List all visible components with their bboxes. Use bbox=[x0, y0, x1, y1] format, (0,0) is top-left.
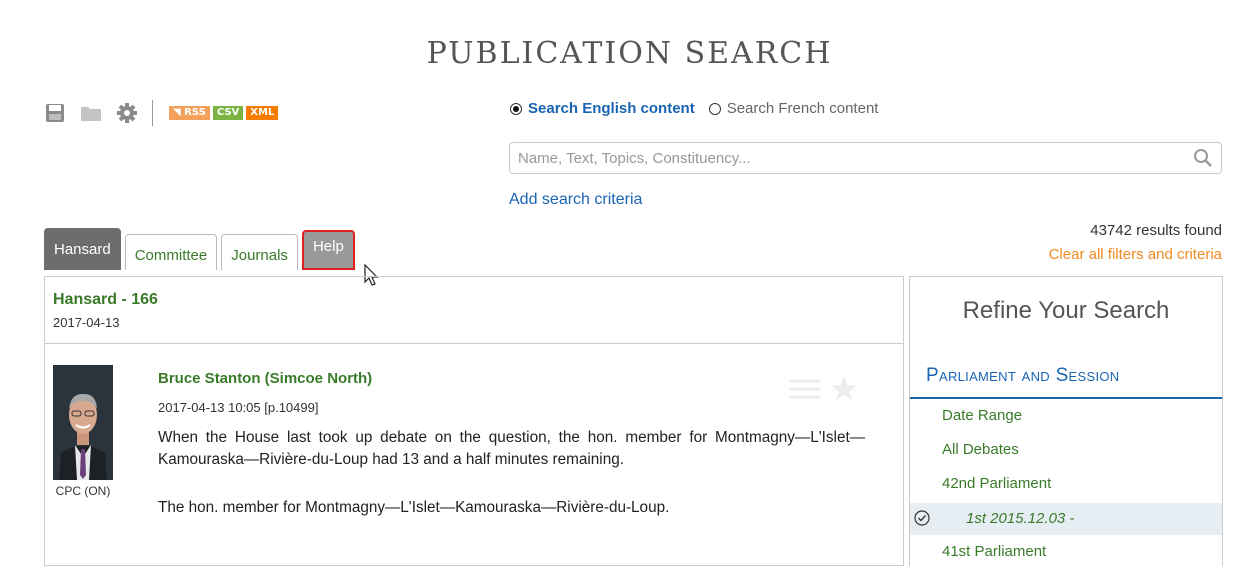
search-input[interactable] bbox=[510, 143, 1186, 173]
speaker-name[interactable]: Bruce Stanton (Simcoe North) bbox=[158, 370, 372, 387]
refine-title: Refine Your Search bbox=[962, 297, 1170, 324]
refine-item-date-range[interactable]: Date Range bbox=[942, 407, 1022, 424]
rss-label: RSS bbox=[184, 107, 206, 118]
refine-panel: Refine Your Search Parliament and Sessio… bbox=[909, 276, 1223, 566]
radio-unselected-icon[interactable] bbox=[708, 102, 721, 115]
search-french-radio[interactable]: Search French content bbox=[708, 100, 879, 117]
speech-paragraph: When the House last took up debate on th… bbox=[158, 429, 865, 468]
clear-filters-link[interactable]: Clear all filters and criteria bbox=[1049, 246, 1222, 263]
toolbar: ◥ RSS CSV XML bbox=[44, 96, 281, 130]
document-title[interactable]: Hansard - 166 bbox=[53, 291, 158, 309]
speech-timestamp: 2017-04-13 10:05 [p.10499] bbox=[158, 400, 319, 415]
speech-paragraph: The hon. member for Montmagny—L'Islet—Ka… bbox=[158, 499, 670, 516]
folder-icon[interactable] bbox=[80, 102, 102, 124]
rss-icon: ◥ bbox=[173, 107, 185, 118]
page-title: PUBLICATION SEARCH bbox=[426, 36, 833, 71]
results-panel: Hansard - 166 2017-04-13 CPC (ON) Bruce … bbox=[44, 276, 904, 566]
gear-icon[interactable] bbox=[116, 102, 138, 124]
language-options: Search English content Search French con… bbox=[510, 100, 892, 117]
tab-bar: Hansard Committee Journals Help bbox=[44, 228, 359, 270]
search-english-radio[interactable]: Search English content bbox=[510, 100, 695, 117]
star-icon[interactable] bbox=[830, 375, 858, 408]
refine-item-42nd-parliament[interactable]: 42nd Parliament bbox=[942, 475, 1051, 492]
section-divider bbox=[910, 397, 1222, 399]
results-count: 43742 results found bbox=[1090, 222, 1222, 239]
toolbar-divider bbox=[152, 100, 153, 126]
refine-section-heading[interactable]: Parliament and Session bbox=[926, 365, 1119, 387]
rss-button[interactable]: ◥ RSS bbox=[169, 106, 210, 120]
tab-journals[interactable]: Journals bbox=[221, 234, 298, 270]
document-header: Hansard - 166 2017-04-13 bbox=[45, 277, 903, 344]
tab-hansard[interactable]: Hansard bbox=[44, 228, 121, 270]
speaker-photo[interactable] bbox=[53, 365, 113, 480]
refine-item-41st-parliament[interactable]: 41st Parliament bbox=[942, 543, 1046, 560]
search-french-label[interactable]: Search French content bbox=[727, 100, 879, 117]
search-box bbox=[509, 142, 1222, 174]
search-icon[interactable] bbox=[1193, 148, 1213, 173]
refine-item-session-label[interactable]: 1st 2015.12.03 - bbox=[966, 510, 1074, 527]
csv-button[interactable]: CSV bbox=[212, 106, 244, 120]
menu-icon[interactable] bbox=[790, 378, 820, 405]
tab-help[interactable]: Help bbox=[301, 230, 355, 270]
refine-item-all-debates[interactable]: All Debates bbox=[942, 441, 1019, 458]
save-icon[interactable] bbox=[44, 102, 66, 124]
party-caption: CPC (ON) bbox=[55, 484, 111, 498]
search-english-label[interactable]: Search English content bbox=[528, 100, 695, 117]
add-search-criteria-link[interactable]: Add search criteria bbox=[509, 191, 642, 209]
radio-selected-icon[interactable] bbox=[510, 102, 522, 115]
document-date: 2017-04-13 bbox=[53, 315, 120, 330]
refine-item-selected[interactable]: 1st 2015.12.03 - bbox=[910, 503, 1222, 535]
speech-actions bbox=[790, 375, 858, 408]
tab-committee[interactable]: Committee bbox=[124, 234, 218, 270]
xml-button[interactable]: XML bbox=[246, 106, 279, 120]
check-circle-icon bbox=[914, 510, 930, 531]
